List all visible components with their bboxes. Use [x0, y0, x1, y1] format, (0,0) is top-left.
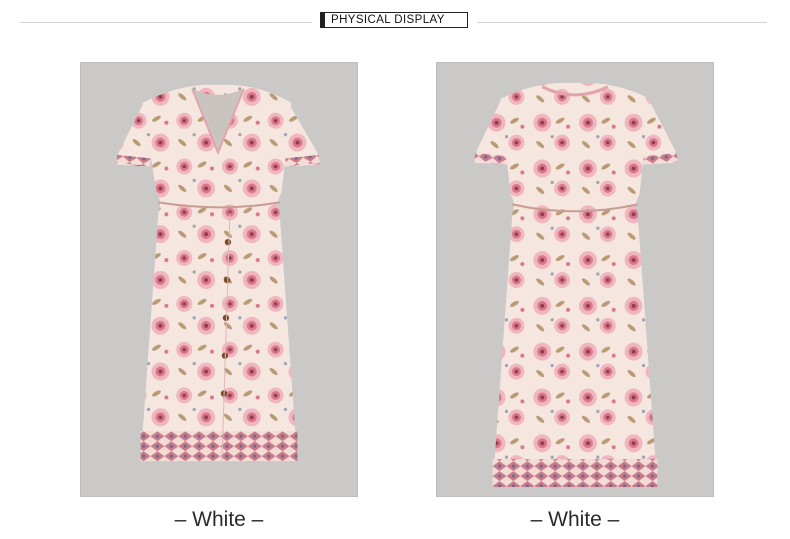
dress-back-image [474, 82, 678, 488]
product-photo-back [436, 62, 714, 497]
section-title: PHYSICAL DISPLAY [331, 14, 445, 26]
caption-front: – White – [174, 508, 264, 531]
section-header: PHYSICAL DISPLAY [0, 0, 790, 40]
header-divider-left [20, 22, 312, 23]
dress-front-image [116, 84, 320, 462]
title-accent-bar [321, 13, 325, 27]
product-photo-front [80, 62, 358, 497]
caption-back: – White – [530, 508, 620, 531]
section-title-box: PHYSICAL DISPLAY [320, 12, 468, 28]
header-divider-right [477, 22, 767, 23]
